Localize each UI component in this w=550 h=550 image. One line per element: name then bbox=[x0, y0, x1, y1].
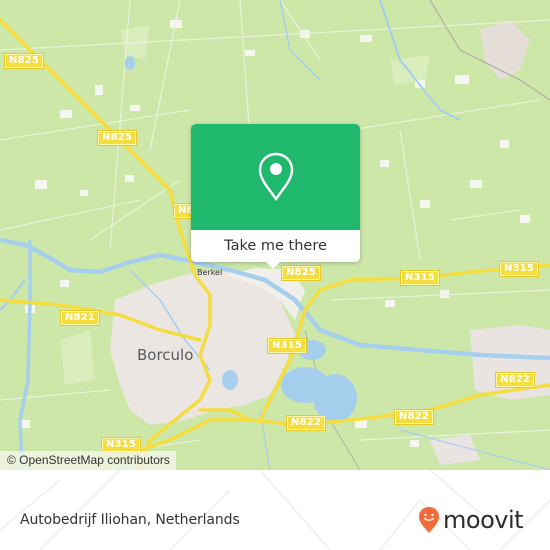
road-label-n825: N825 bbox=[96, 130, 138, 146]
place-label-berkel: Berkel bbox=[197, 268, 223, 277]
map-attribution[interactable]: © OpenStreetMap contributors bbox=[0, 451, 176, 470]
popup-header bbox=[191, 124, 360, 230]
place-label-borculo: Borculo bbox=[137, 346, 194, 364]
road-label-n315: N315 bbox=[266, 338, 308, 354]
road-label-n825: N825 bbox=[280, 265, 322, 281]
road-label-n822: N822 bbox=[393, 409, 435, 425]
road-label-n822: N822 bbox=[285, 415, 327, 431]
road-label-n315: N315 bbox=[100, 437, 142, 453]
road-label-n825: N825 bbox=[3, 53, 45, 69]
map[interactable]: N825 N825 N8 N825 N315 N315 N315 N315 N8… bbox=[0, 0, 550, 470]
road-label-n822: N822 bbox=[494, 372, 536, 388]
popup-tail bbox=[265, 261, 281, 269]
place-name: Autobedrijf Iliohan, Netherlands bbox=[20, 512, 240, 528]
road-label-n315: N315 bbox=[399, 270, 441, 286]
take-me-there-button[interactable]: Take me there bbox=[191, 230, 360, 262]
road-label-n315: N315 bbox=[498, 261, 540, 277]
location-pin-icon bbox=[258, 152, 294, 202]
location-popup: Take me there bbox=[191, 124, 360, 269]
road-label-n821: N821 bbox=[59, 310, 101, 326]
moovit-wordmark: moovit bbox=[443, 506, 524, 534]
moovit-pin-icon bbox=[419, 507, 439, 533]
moovit-logo[interactable]: moovit bbox=[418, 506, 524, 534]
footer: Autobedrijf Iliohan, Netherlands moovit bbox=[0, 470, 550, 550]
